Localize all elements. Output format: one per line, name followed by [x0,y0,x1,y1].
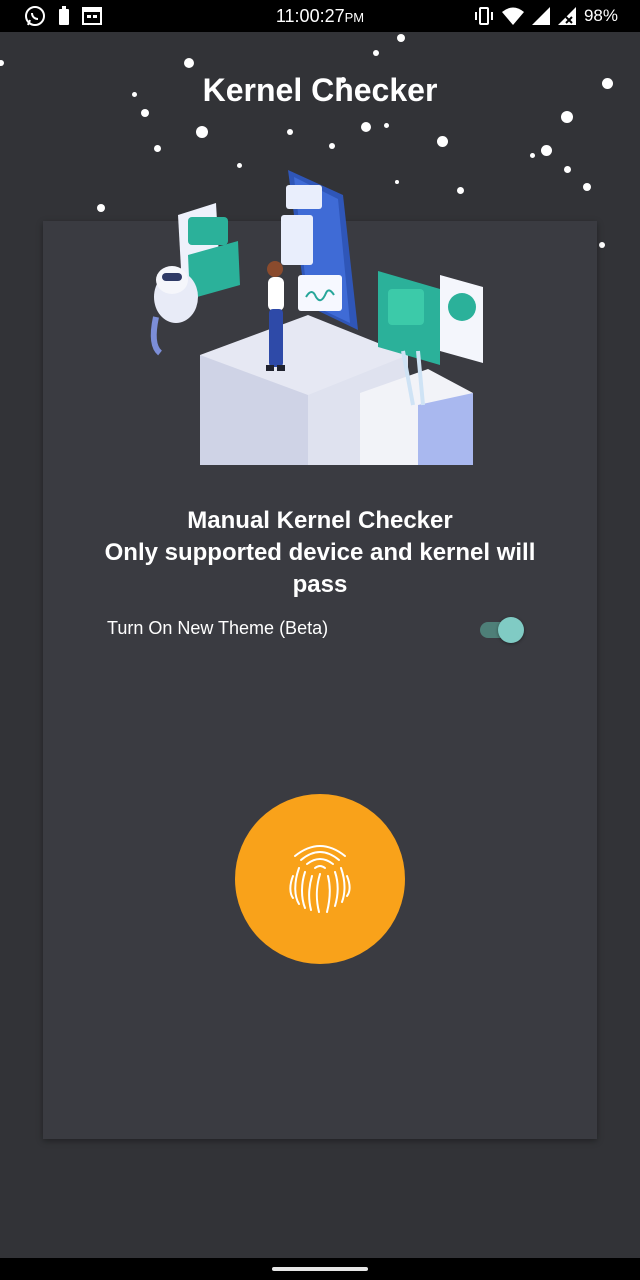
status-bar: 11:00:27PM 98% [0,0,640,32]
snow-dot [599,242,605,248]
navigation-bar [0,1258,640,1280]
snow-dot [97,204,105,212]
headline-line-1: Manual Kernel Checker [187,507,453,534]
status-time: 11:00:27 [275,6,345,26]
battery-percent: 98% [583,6,618,25]
snow-dot [583,183,591,191]
hero-illustration [150,170,483,465]
status-right-icons: 98% [474,4,618,28]
theme-toggle-label: Turn On New Theme (Beta) [107,618,329,638]
headline-line-2: Only supported device and kernel will [104,539,536,566]
theme-toggle-switch[interactable] [480,616,524,644]
app-root: 11:00:27PM 98% Kernel Checker Manual Ker… [0,0,640,1280]
snow-dot [437,136,448,147]
snow-dot [287,129,293,135]
wifi-icon [501,7,524,25]
app-title: Kernel Checker [202,72,438,108]
snow-dot [0,60,4,66]
snow-dot [530,153,535,158]
snow-dot [397,34,405,42]
snow-dot [564,166,571,173]
fingerprint-button[interactable] [235,794,405,964]
signal-icon [531,7,550,25]
snow-dot [184,58,194,68]
snow-dot [561,111,573,123]
theme-toggle-row[interactable]: Turn On New Theme (Beta) [107,614,527,644]
snow-dot [373,50,379,56]
home-gesture-handle[interactable] [272,1267,368,1271]
vibrate-icon [474,7,493,25]
snow-dot [329,143,335,149]
snow-dot [384,123,389,128]
signal-x-icon [557,7,576,25]
snow-dot [361,122,371,132]
fingerprint-icon [289,845,351,913]
switch-thumb [498,617,524,643]
snow-dot [541,145,552,156]
status-ampm: PM [344,10,365,25]
headline-line-3: pass [292,571,348,598]
snow-dot [154,145,161,152]
snow-dot [196,126,208,138]
card-headline: Manual Kernel Checker Only supported dev… [43,505,597,601]
